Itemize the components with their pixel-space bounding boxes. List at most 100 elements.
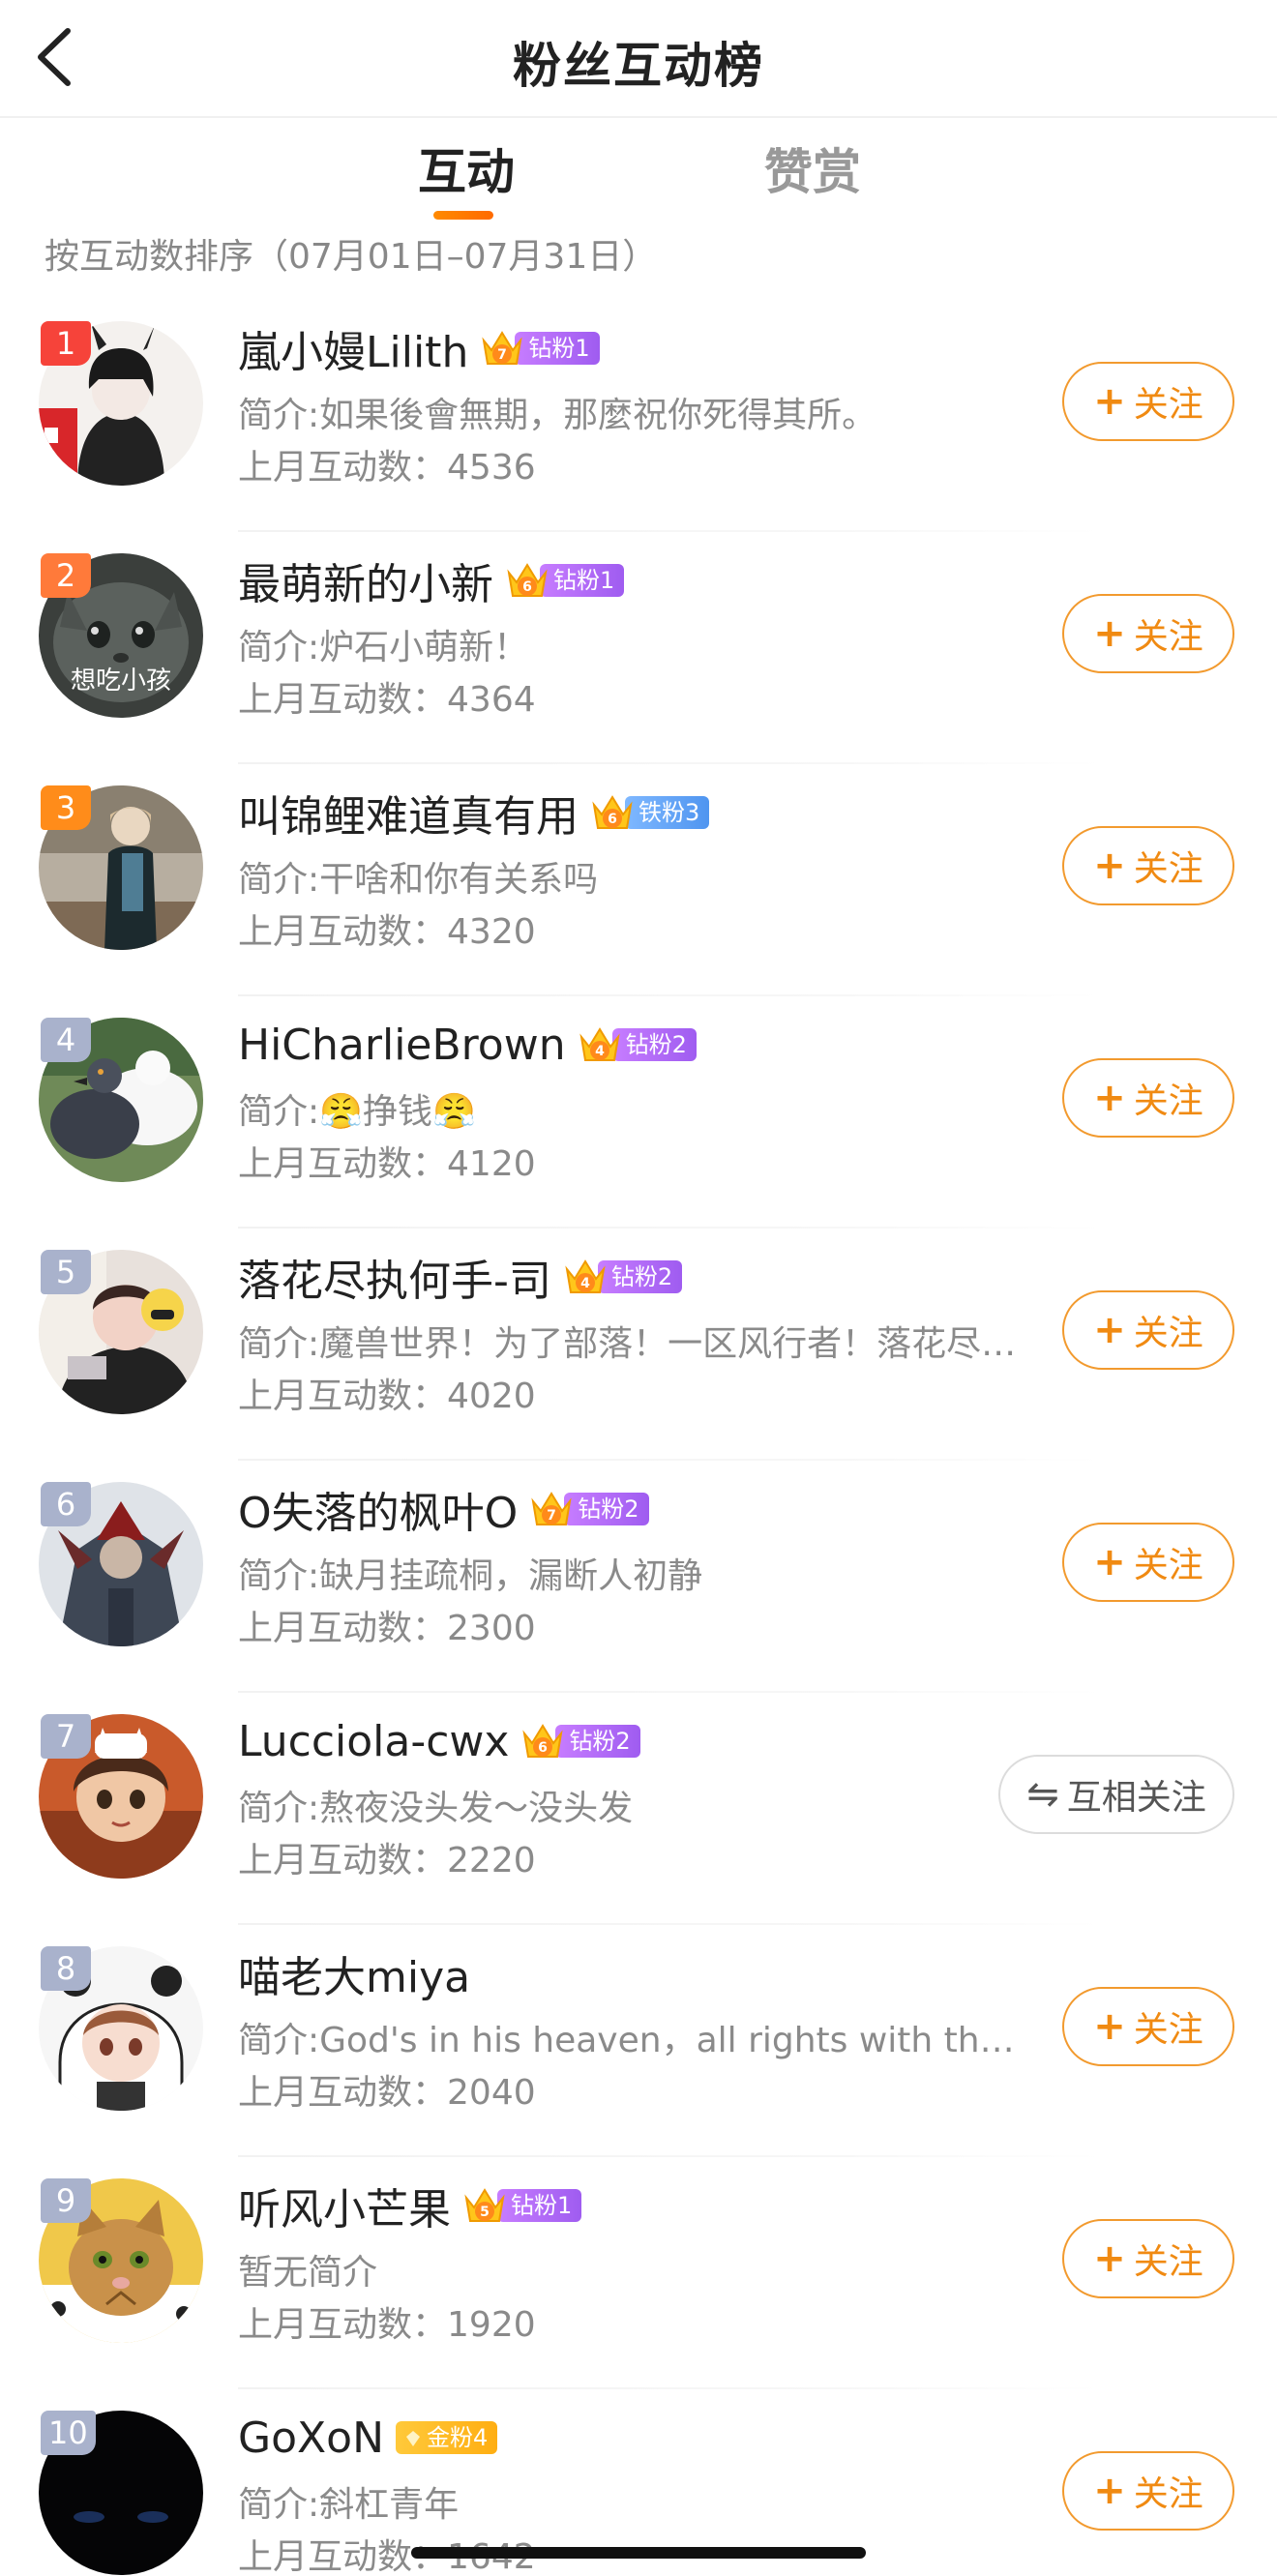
fan-badge-label: 钻粉2: [555, 1725, 640, 1758]
follow-button[interactable]: + 关注: [1062, 2219, 1234, 2298]
nav-bar: 粉丝互动榜: [0, 0, 1277, 118]
user-name[interactable]: Lucciola-cwx: [238, 1717, 509, 1766]
plus-icon: +: [1093, 611, 1126, 656]
fan-level-badge: 77钻粉1: [480, 327, 600, 370]
follow-label: 关注: [1133, 1081, 1203, 1121]
fan-badge-label: 铁粉3: [625, 796, 710, 829]
list-item[interactable]: 8 喵老大miya 简介:God's in his heaven，all right…: [0, 1925, 1277, 2157]
name-line: O失落的枫叶O 77钻粉2: [238, 1478, 649, 1540]
mutual-follow-button[interactable]: ⇋ 互相关注: [998, 1755, 1234, 1834]
user-name[interactable]: 落花尽执何手-司: [238, 1246, 551, 1308]
crown-level-text: 6: [539, 1740, 549, 1756]
user-bio: 简介:魔兽世界！为了部落！一区风行者！落花尽执何手: [238, 1324, 1022, 1364]
user-name[interactable]: GoXoN: [238, 2413, 384, 2463]
avatar-caption: 想吃小孩: [70, 666, 171, 696]
count-value: 4364: [447, 680, 536, 720]
name-line: 喵老大miya: [238, 1942, 470, 2004]
follow-button[interactable]: + 关注: [1062, 1987, 1234, 2066]
name-line: 听风小芒果 55钻粉1: [238, 2175, 582, 2236]
crown-icon: 66: [520, 1720, 565, 1762]
crown-icon: 77: [480, 327, 524, 370]
count-value: 4120: [447, 1144, 536, 1184]
user-name[interactable]: 喵老大miya: [238, 1942, 470, 2004]
crown-icon: 55: [462, 2184, 507, 2227]
rank-badge: 2: [41, 553, 91, 598]
swap-arrows-icon: ⇋: [1026, 1772, 1059, 1817]
user-name[interactable]: 嵐小嫚Lilith: [238, 317, 468, 379]
count-label: 上月互动数：: [238, 912, 448, 952]
tab-reward[interactable]: 赞赏: [764, 133, 861, 203]
follow-button[interactable]: + 关注: [1062, 2451, 1234, 2531]
crown-level-text: 6: [522, 579, 532, 595]
follow-label: 关注: [1133, 1546, 1203, 1585]
follow-button[interactable]: + 关注: [1062, 1058, 1234, 1138]
count-label: 上月互动数：: [238, 2305, 448, 2345]
count-label: 上月互动数：: [238, 1377, 448, 1416]
follow-label: 关注: [1133, 2242, 1203, 2282]
count-label: 上月互动数：: [238, 1144, 448, 1184]
follow-button[interactable]: + 关注: [1062, 362, 1234, 441]
fan-level-badge: 44钻粉2: [563, 1258, 683, 1295]
list-item[interactable]: 3 叫锦鲤难道真有用 66铁粉3 简介:干啥和你有关系吗上月互动数：4320 +关注: [0, 764, 1277, 996]
plus-icon: +: [1093, 1308, 1126, 1352]
active-tab-indicator: [433, 211, 493, 220]
gold-gem-icon: [403, 2424, 423, 2446]
rank-badge: 5: [41, 1250, 91, 1294]
follow-button[interactable]: + 关注: [1062, 1523, 1234, 1602]
user-bio: 简介:😤挣钱😤: [238, 1092, 476, 1132]
interaction-count: 上月互动数：4320: [238, 903, 536, 954]
rank-badge: 7: [41, 1714, 91, 1759]
follow-label: 关注: [1133, 2474, 1203, 2514]
crown-level-text: 4: [580, 1276, 590, 1291]
user-name[interactable]: 听风小芒果: [238, 2175, 451, 2236]
rank-badge: 9: [41, 2178, 91, 2223]
crown-level-text: 7: [547, 1508, 556, 1524]
crown-icon: 66: [590, 791, 635, 834]
name-line: GoXoN 金粉4: [238, 2407, 498, 2469]
count-value: 4020: [447, 1377, 536, 1416]
count-label: 上月互动数：: [238, 1609, 448, 1648]
user-bio: 简介:熬夜没头发～没头发: [238, 1789, 634, 1828]
list-item[interactable]: 想吃小孩 2 最萌新的小新 66钻粉1 简介:炉石小萌新！ 上月互动数：4364 +关注: [0, 532, 1277, 764]
plus-icon: +: [1093, 2469, 1126, 2513]
user-name[interactable]: 叫锦鲤难道真有用: [238, 782, 579, 844]
interaction-count: 上月互动数：4020: [238, 1368, 536, 1418]
count-value: 2040: [447, 2073, 536, 2113]
follow-button[interactable]: + 关注: [1062, 594, 1234, 673]
interaction-count: 上月互动数：4120: [238, 1136, 536, 1186]
follow-label: 关注: [1133, 1314, 1203, 1353]
user-bio: 简介:God's in his heaven，all rights with t…: [238, 2021, 1022, 2060]
name-line: Lucciola-cwx 66钻粉2: [238, 1710, 640, 1772]
name-line: 叫锦鲤难道真有用 66铁粉3: [238, 782, 710, 844]
count-label: 上月互动数：: [238, 2073, 448, 2113]
follow-button[interactable]: + 关注: [1062, 1290, 1234, 1370]
user-name[interactable]: HiCharlieBrown: [238, 1021, 566, 1070]
plus-icon: +: [1093, 844, 1126, 888]
count-value: 4320: [447, 912, 536, 952]
user-bio: 简介:斜杠青年: [238, 2485, 460, 2525]
follow-button[interactable]: + 关注: [1062, 826, 1234, 905]
rank-badge: 6: [41, 1482, 91, 1526]
home-indicator: [411, 2547, 866, 2559]
tab-interaction[interactable]: 互动: [418, 133, 515, 203]
crown-level-text: 4: [595, 1044, 605, 1059]
crown-level-text: 5: [480, 2205, 490, 2220]
rank-badge: 4: [41, 1018, 91, 1062]
list-item[interactable]: 4HiCharlieBrown44钻粉2简介:😤挣钱😤上月互动数：4120+关注: [0, 996, 1277, 1229]
crown-icon: 77: [529, 1488, 574, 1530]
name-line: 最萌新的小新 66钻粉1: [238, 549, 625, 611]
list-item[interactable]: 9 听风小芒果 55钻粉1 暂无简介上月互动数：1920 +关注: [0, 2157, 1277, 2389]
fan-level-badge: 66铁粉3: [590, 791, 710, 834]
page-title: 粉丝互动榜: [513, 38, 764, 94]
fan-badge-text: 金粉4: [427, 2424, 489, 2451]
user-name[interactable]: 最萌新的小新: [238, 549, 493, 611]
crown-icon: 44: [578, 1023, 622, 1066]
list-item[interactable]: 1 嵐小嫚Lilith 77钻粉1 简介:如果後會無期，那麼祝你死得其所。上月互动数：…: [0, 300, 1277, 532]
user-name[interactable]: O失落的枫叶O: [238, 1478, 518, 1540]
fan-level-badge: 66钻粉2: [520, 1720, 640, 1762]
list-item[interactable]: 5 落花尽执何手-司 44钻粉2 简介:魔兽世界！为了部落！一区风行者！落花尽执何手上…: [0, 1229, 1277, 1461]
list-item[interactable]: 6 O失落的枫叶O 77钻粉2 简介:缺月挂疏桐，漏断人初静上月互动数：2300 +关注: [0, 1461, 1277, 1693]
fan-badge-label: 金粉4: [396, 2421, 498, 2454]
list-item[interactable]: 7 Lucciola-cwx 66钻粉2 简介:熬夜没头发～没头发上月互动数：2220…: [0, 1693, 1277, 1925]
user-bio: 简介:干啥和你有关系吗: [238, 860, 599, 900]
